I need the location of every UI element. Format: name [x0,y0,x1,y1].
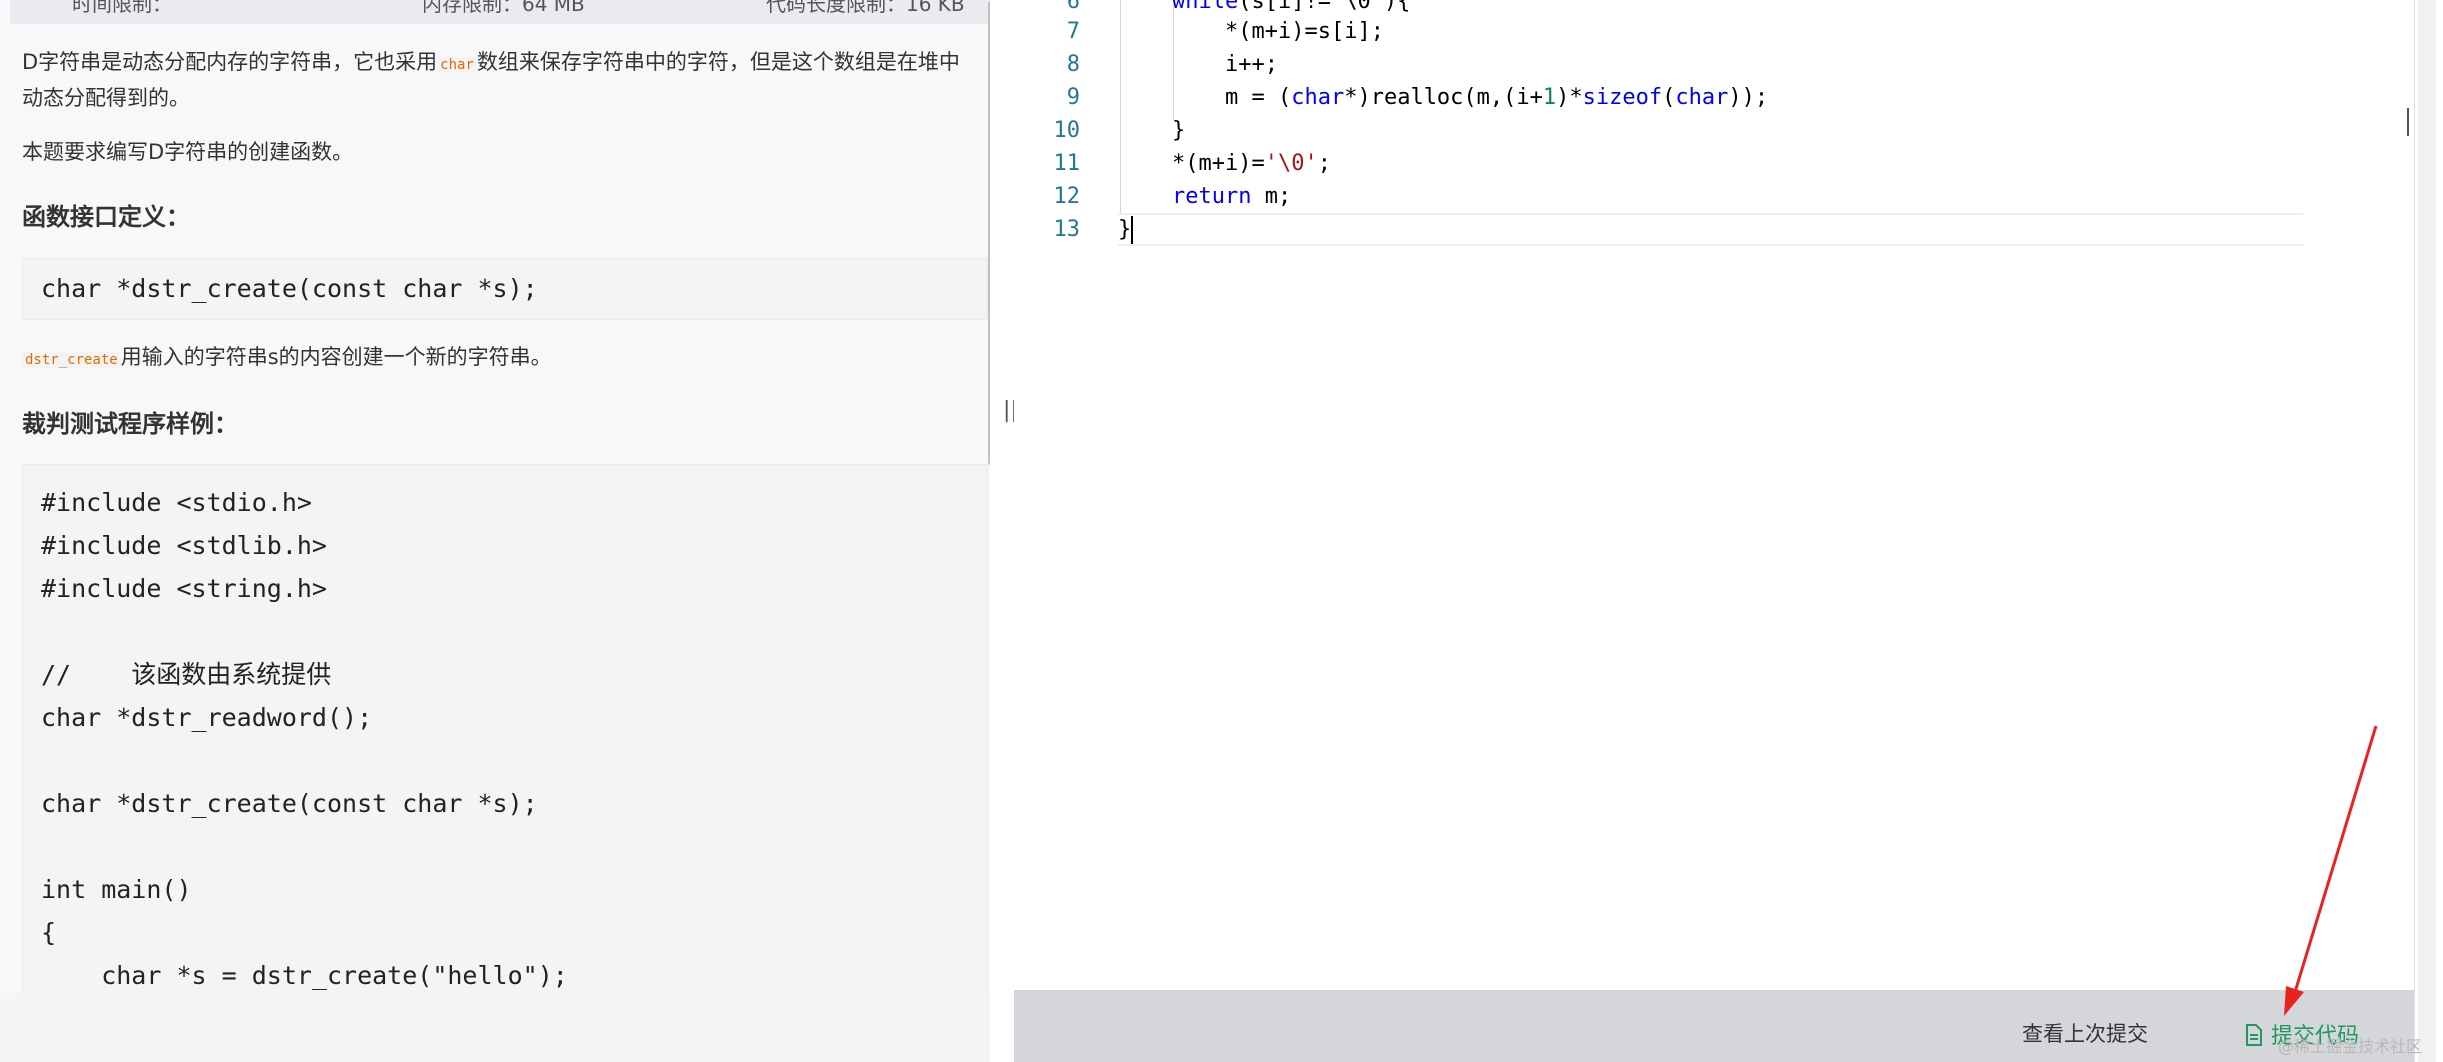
code-line-11: *(m+i)='\0'; [1172,147,1331,180]
code-line-8: i++; [1225,52,1278,77]
intro-text-line2: 动态分配得到的。 [22,86,190,110]
line-number: 12 [1053,184,1081,209]
line-number: 9 [1066,85,1080,110]
line-number: 13 [1053,217,1081,242]
watermark-text: @稀土掘金技术社区 [2278,1037,2423,1056]
code-line-9: m = (char*)realloc(m,(i+1)*sizeof(char))… [1225,81,1768,114]
interface-code-block: char *dstr_create(const char *s); [22,258,988,320]
annotation-arrow-icon [2284,725,2378,1016]
code-token: )); [1728,85,1769,110]
code-line-10: } [1172,118,1186,143]
code-token: m; [1251,184,1292,209]
sample-code-line: #include <stdio.h> [41,488,312,517]
intro-text-end: 数组来保存字符串中的字符，但是这个数组是在堆中 [476,50,960,74]
string-token: '\0' [1264,151,1318,176]
sample-heading: 裁判测试程序样例： [22,410,238,438]
keyword-token: char [1675,85,1729,110]
line-number: 11 [1053,151,1081,176]
code-token: *)realloc(m,(i+ [1344,85,1543,110]
sample-code-line: { [41,918,57,947]
code-token: ( [1662,85,1676,110]
line-number: 10 [1053,118,1081,143]
memory-limit-label: 内存限制：64 MB [422,0,585,16]
intro-text-start: D字符串是动态分配内存的字符串，它也采用 [22,50,438,74]
time-limit-label: 时间限制： [72,0,172,16]
sample-code-line: #include <string.h> [41,574,327,603]
code-token: ; [1317,151,1331,176]
code-token: m = ( [1225,85,1292,110]
keyword-token: while [1172,0,1239,14]
sample-code-line: int main() [41,875,192,904]
code-line-12: return m; [1172,180,1291,213]
code-length-limit-label: 代码长度限制：16 KB [766,0,965,16]
keyword-token: return [1172,184,1252,209]
sample-code-line: char *dstr_readword(); [41,703,373,732]
task-paragraph: 本题要求编写D字符串的创建函数。 [22,140,354,164]
editor-scroll-marker [2407,108,2409,136]
limits-row: 时间限制： 内存限制：64 MB 代码长度限制：16 KB [10,0,988,24]
action-bar [1014,990,2414,1062]
sample-code-line: // 该函数由系统提供 [41,660,332,689]
line-number: 8 [1066,52,1080,77]
code-token: (s[i]!='\0'){ [1238,0,1411,14]
indent-guide [1120,0,1121,213]
description-text: 用输入的字符串s的内容创建一个新的字符串。 [120,345,552,369]
description-paragraph: dstr_create 用输入的字符串s的内容创建一个新的字符串。 [22,341,552,377]
number-token: 1 [1542,85,1557,110]
line-number: 7 [1066,19,1080,44]
intro-paragraph: D字符串是动态分配内存的字符串，它也采用 char 数组来保存字符串中的字符，但是这… [22,46,960,115]
problem-panel: 时间限制： 内存限制：64 MB 代码长度限制：16 KB D字符串是动态分配内… [0,0,990,993]
keyword-token: char [1291,85,1345,110]
current-line-highlight [1118,213,2303,246]
code-line-7: *(m+i)=s[i]; [1225,19,1384,44]
document-icon [2245,1024,2263,1052]
sample-code-line: char *dstr_create(const char *s); [41,789,538,818]
sample-code-line: #include <stdlib.h> [41,531,327,560]
view-last-submission-button[interactable]: 查看上次提交 [2022,1018,2148,1048]
intro-inline-code: char [437,57,477,73]
interface-code: char *dstr_create(const char *s); [41,274,538,303]
keyword-token: sizeof [1582,85,1663,110]
code-token: )* [1556,85,1583,110]
sample-code-line: char *s = dstr_create("hello"); [41,961,568,990]
editor-scrollbar-thumb[interactable] [2418,0,2436,1062]
function-name-code: dstr_create [22,352,121,368]
problem-panel-footer [0,993,1014,1062]
code-token: *(m+i)= [1172,151,1265,176]
text-cursor [1131,216,1133,244]
sample-code-block: #include <stdio.h> #include <stdlib.h> #… [22,464,988,993]
indent-guide [1173,0,1174,120]
interface-heading: 函数接口定义： [22,203,190,231]
app-root: 时间限制： 内存限制：64 MB 代码长度限制：16 KB D字符串是动态分配内… [0,0,2443,1062]
code-line-13: } [1118,217,1132,242]
pane-splitter[interactable] [990,0,1014,1062]
